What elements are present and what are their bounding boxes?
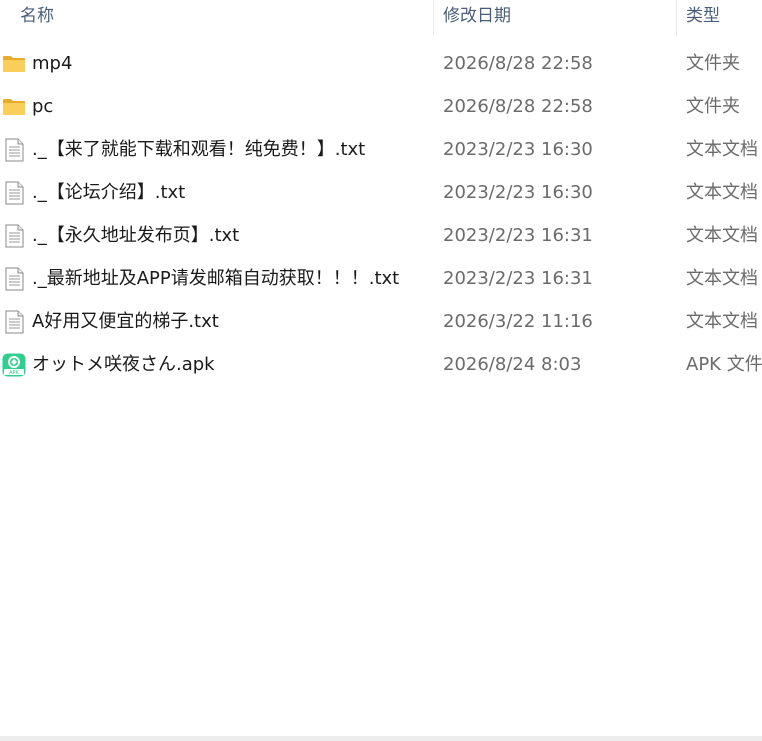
file-name: ._最新地址及APP请发邮箱自动获取！！！.txt bbox=[32, 268, 400, 289]
column-header-bar: 名称 ^ 修改日期 类型 bbox=[0, 0, 762, 36]
column-header-name[interactable]: 名称 bbox=[20, 0, 432, 36]
file-type: APK 文件 bbox=[686, 354, 762, 375]
file-explorer: 名称 ^ 修改日期 类型 mp4 2026/8/28 22:58 文件夹 bbox=[0, 0, 762, 741]
text-file-icon bbox=[2, 138, 26, 162]
file-type: 文本文档 bbox=[686, 139, 758, 160]
column-header-date-label: 修改日期 bbox=[443, 6, 511, 26]
horizontal-scrollbar[interactable] bbox=[0, 736, 762, 741]
file-type: 文件夹 bbox=[686, 96, 740, 117]
column-header-type-label: 类型 bbox=[686, 6, 720, 26]
text-file-icon bbox=[2, 310, 26, 334]
file-name: pc bbox=[32, 96, 54, 117]
column-header-date[interactable]: 修改日期 bbox=[433, 0, 676, 36]
file-row-txt[interactable]: ._最新地址及APP请发邮箱自动获取！！！.txt 2023/2/23 16:3… bbox=[0, 257, 762, 300]
file-row-mp4[interactable]: mp4 2026/8/28 22:58 文件夹 bbox=[0, 42, 762, 85]
file-row-pc[interactable]: pc 2026/8/28 22:58 文件夹 bbox=[0, 85, 762, 128]
file-row-txt[interactable]: ._【论坛介绍】.txt 2023/2/23 16:30 文本文档 bbox=[0, 171, 762, 214]
file-row-txt[interactable]: ._【来了就能下载和观看！纯免费！】.txt 2023/2/23 16:30 文… bbox=[0, 128, 762, 171]
column-header-name-label: 名称 bbox=[20, 6, 54, 26]
file-modified-date: 2026/3/22 11:16 bbox=[443, 311, 593, 332]
text-file-icon bbox=[2, 267, 26, 291]
column-header-type[interactable]: 类型 bbox=[676, 0, 762, 36]
file-type: 文本文档 bbox=[686, 311, 758, 332]
file-modified-date: 2026/8/28 22:58 bbox=[443, 96, 593, 117]
file-type: 文本文档 bbox=[686, 182, 758, 203]
folder-icon bbox=[2, 52, 26, 76]
file-name: ._【永久地址发布页】.txt bbox=[32, 225, 240, 246]
sort-ascending-icon: ^ bbox=[218, 0, 227, 4]
file-modified-date: 2023/2/23 16:30 bbox=[443, 139, 593, 160]
file-name: A好用又便宜的梯子.txt bbox=[32, 311, 219, 332]
file-name: ._【来了就能下载和观看！纯免费！】.txt bbox=[32, 139, 366, 160]
file-list: mp4 2026/8/28 22:58 文件夹 pc 2026/8/28 22:… bbox=[0, 42, 762, 386]
file-type: 文件夹 bbox=[686, 53, 740, 74]
file-type: 文本文档 bbox=[686, 225, 758, 246]
apk-icon-label: APK bbox=[9, 370, 19, 376]
text-file-icon bbox=[2, 224, 26, 248]
file-modified-date: 2023/2/23 16:30 bbox=[443, 182, 593, 203]
file-row-txt[interactable]: A好用又便宜的梯子.txt 2026/3/22 11:16 文本文档 bbox=[0, 300, 762, 343]
file-modified-date: 2026/8/24 8:03 bbox=[443, 354, 582, 375]
file-row-apk[interactable]: APK オットメ咲夜さん.apk 2026/8/24 8:03 APK 文件 bbox=[0, 343, 762, 386]
text-file-icon bbox=[2, 181, 26, 205]
file-name: mp4 bbox=[32, 53, 73, 74]
file-type: 文本文档 bbox=[686, 268, 758, 289]
file-row-txt[interactable]: ._【永久地址发布页】.txt 2023/2/23 16:31 文本文档 bbox=[0, 214, 762, 257]
file-modified-date: 2023/2/23 16:31 bbox=[443, 268, 593, 289]
file-modified-date: 2026/8/28 22:58 bbox=[443, 53, 593, 74]
folder-icon bbox=[2, 95, 26, 119]
file-name: オットメ咲夜さん.apk bbox=[32, 354, 215, 375]
file-name: ._【论坛介绍】.txt bbox=[32, 182, 186, 203]
file-modified-date: 2023/2/23 16:31 bbox=[443, 225, 593, 246]
apk-file-icon: APK bbox=[2, 353, 26, 377]
